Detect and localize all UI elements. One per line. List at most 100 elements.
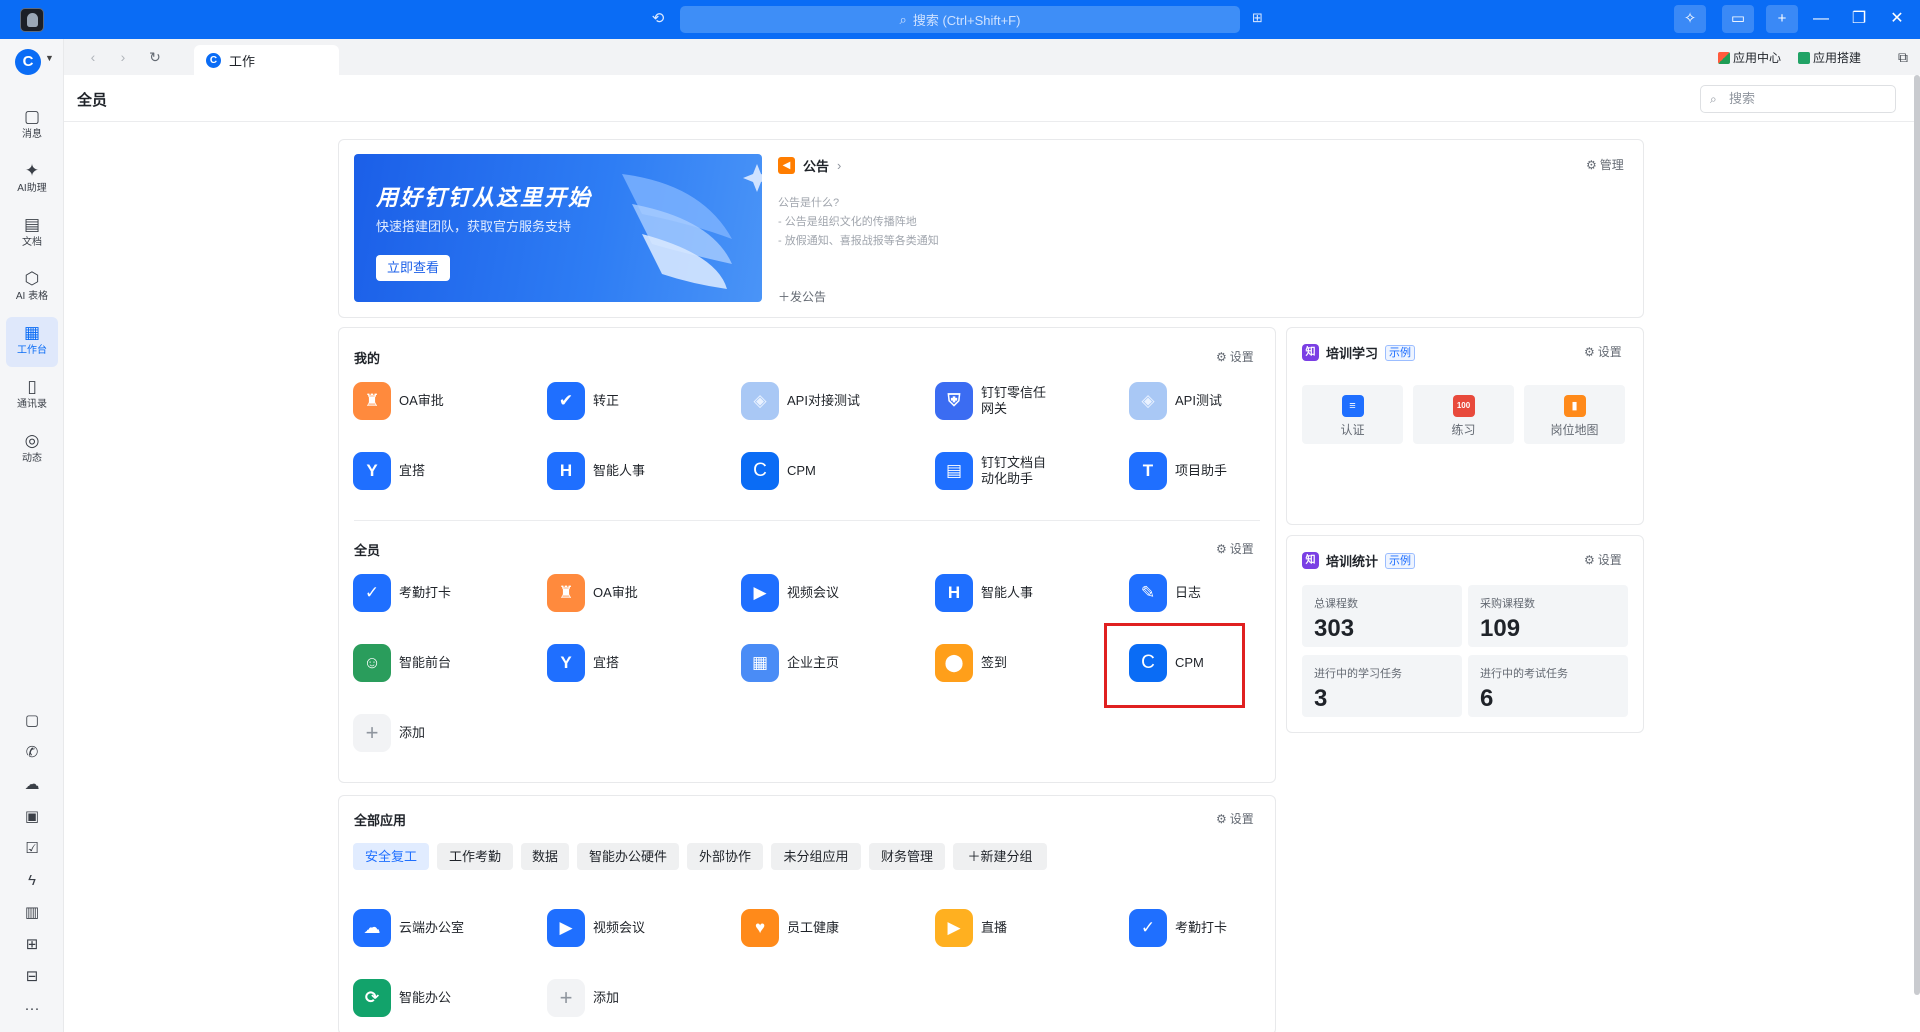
app-health[interactable]: ♥ 员工健康: [741, 907, 921, 949]
app-builder-link[interactable]: 应用搭建: [1798, 49, 1861, 66]
global-search-input[interactable]: ⌕ 搜索 (Ctrl+Shift+F): [680, 6, 1240, 33]
phone-icon[interactable]: ✆: [22, 743, 42, 763]
open-window-icon[interactable]: ⧉: [1894, 48, 1912, 66]
training-tile-certification[interactable]: ≡ 认证: [1302, 385, 1403, 444]
close-icon[interactable]: ✕: [1886, 8, 1908, 30]
notice-line: - 放假通知、喜报战报等各类通知: [778, 235, 939, 247]
view-now-button[interactable]: 立即查看: [376, 255, 450, 281]
rail-item-docs[interactable]: ▤ 文档: [6, 209, 58, 259]
app-cpm[interactable]: C CPM: [741, 450, 921, 492]
app-checkin[interactable]: ⬤ 签到: [935, 642, 1115, 684]
notice-manage-button[interactable]: ⚙ 管理: [1586, 156, 1624, 173]
app-center-label: 应用中心: [1733, 51, 1782, 65]
group-chip-safe-return[interactable]: 安全复工: [353, 843, 429, 870]
app-api[interactable]: ◈ API测试: [1129, 380, 1309, 422]
rail-item-ai-table[interactable]: ⬡ AI 表格: [6, 263, 58, 313]
rail-item-moments[interactable]: ◎ 动态: [6, 425, 58, 475]
app-api[interactable]: ◈ API对接测试: [741, 380, 921, 422]
app-shield[interactable]: ⛨ 钉钉零信任 网关: [935, 380, 1115, 422]
restore-icon[interactable]: ❐: [1848, 8, 1870, 30]
org-switcher[interactable]: C: [15, 49, 41, 75]
ai-assistant-icon: ✦: [24, 161, 40, 180]
app-company-page[interactable]: ▦ 企业主页: [741, 642, 921, 684]
post-notice-button[interactable]: ＋发公告: [778, 288, 826, 305]
megaphone-icon: ◀: [778, 157, 795, 174]
tab-label: 工作: [229, 53, 256, 69]
training-settings-button[interactable]: ⚙ 设置: [1584, 343, 1622, 360]
all-staff-settings-button[interactable]: ⚙ 设置: [1216, 540, 1254, 557]
app-log[interactable]: ✎ 日志: [1129, 572, 1309, 614]
app-live[interactable]: ▶ 直播: [935, 907, 1115, 949]
app-doc-automation[interactable]: ▤ 钉钉文档自 动化助手: [935, 450, 1115, 492]
stat-exam-tasks[interactable]: 进行中的考试任务 6: [1468, 655, 1628, 717]
rail-item-contacts[interactable]: ▯ 通讯录: [6, 371, 58, 421]
app-approval-stamp[interactable]: ♜ OA审批: [547, 572, 727, 614]
example-badge: 示例: [1385, 344, 1416, 361]
cloud-disk-icon[interactable]: ☁: [22, 775, 42, 795]
app-hr[interactable]: H 智能人事: [935, 572, 1115, 614]
app-attendance[interactable]: ✓ 考勤打卡: [1129, 907, 1309, 949]
stat-purchased-courses[interactable]: 采购课程数 109: [1468, 585, 1628, 647]
stat-learning-tasks[interactable]: 进行中的学习任务 3: [1302, 655, 1462, 717]
user-check-icon: ✔: [547, 382, 585, 420]
video-icon: ▶: [547, 909, 585, 947]
minimize-icon[interactable]: —: [1810, 8, 1832, 30]
forward-icon[interactable]: ›: [114, 48, 132, 66]
apps-grid-icon[interactable]: ⊞: [22, 935, 42, 955]
group-chip-ungrouped[interactable]: 未分组应用: [771, 843, 861, 870]
all-apps-add-button[interactable]: + 添加: [547, 977, 727, 1019]
archive-icon[interactable]: ⊟: [22, 967, 42, 987]
rail-item-ai-assistant[interactable]: ✦ AI助理: [6, 155, 58, 205]
calendar-icon[interactable]: ▣: [22, 807, 42, 827]
ai-sparkle-button[interactable]: ✧: [1674, 5, 1706, 33]
app-yida[interactable]: Y 宜搭: [547, 642, 727, 684]
settings-label: 设置: [1597, 345, 1622, 359]
all-apps-settings-button[interactable]: ⚙ 设置: [1216, 810, 1254, 827]
app-center-link[interactable]: 应用中心: [1718, 49, 1781, 66]
app-hr[interactable]: H 智能人事: [547, 450, 727, 492]
flash-icon[interactable]: ϟ: [22, 871, 42, 891]
app-attendance[interactable]: ✓ 考勤打卡: [353, 572, 533, 614]
add-button[interactable]: +: [1766, 5, 1798, 33]
app-yida[interactable]: Y 宜搭: [353, 450, 533, 492]
group-chip-finance[interactable]: 财务管理: [869, 843, 945, 870]
promo-banner[interactable]: 用好钉钉从这里开始 快速搭建团队，获取官方服务支持 立即查看: [354, 154, 762, 302]
app-project[interactable]: T 项目助手: [1129, 450, 1309, 492]
mailbox-icon[interactable]: ▥: [22, 903, 42, 923]
group-chip-data[interactable]: 数据: [521, 843, 569, 870]
rail-item-label: 通讯录: [17, 399, 47, 410]
app-video[interactable]: ▶ 视频会议: [741, 572, 921, 614]
vertical-scrollbar[interactable]: [1914, 75, 1920, 995]
app-front-desk[interactable]: ☺ 智能前台: [353, 642, 533, 684]
all-staff-add-button[interactable]: + 添加: [353, 712, 533, 754]
group-chip-attendance[interactable]: 工作考勤: [437, 843, 513, 870]
tab-work[interactable]: C 工作: [194, 45, 339, 75]
screen-share-button[interactable]: ▭: [1722, 5, 1754, 33]
training-stats-settings-button[interactable]: ⚙ 设置: [1584, 551, 1622, 568]
training-tile-job-map[interactable]: ▮ 岗位地图: [1524, 385, 1625, 444]
app-video[interactable]: ▶ 视频会议: [547, 907, 727, 949]
back-icon[interactable]: ‹: [84, 48, 102, 66]
scan-icon[interactable]: ⊞: [1252, 10, 1270, 28]
todo-icon[interactable]: ☑: [22, 839, 42, 859]
page-search-input[interactable]: ⌕ 搜索: [1700, 85, 1896, 113]
notice-header[interactable]: ◀ 公告 ›: [778, 156, 841, 175]
new-group-button[interactable]: ＋新建分组: [953, 843, 1047, 870]
chevron-down-icon[interactable]: ▼: [45, 53, 54, 63]
rail-item-messages[interactable]: ▢ 消息: [6, 101, 58, 151]
app-approval-stamp[interactable]: ♜ OA审批: [353, 380, 533, 422]
history-icon[interactable]: ⟲: [648, 9, 668, 29]
app-smart-office[interactable]: ⟳ 智能办公: [353, 977, 533, 1019]
group-chip-hardware[interactable]: 智能办公硬件: [577, 843, 679, 870]
more-icon[interactable]: ···: [22, 999, 42, 1019]
rail-item-workbench[interactable]: ▦ 工作台: [6, 317, 58, 367]
notes-icon[interactable]: ▢: [22, 711, 42, 731]
group-chip-external[interactable]: 外部协作: [687, 843, 763, 870]
app-cloud-office[interactable]: ☁ 云端办公室: [353, 907, 533, 949]
training-tile-practice[interactable]: 100 练习: [1413, 385, 1514, 444]
refresh-icon[interactable]: ↻: [146, 48, 164, 66]
stat-total-courses[interactable]: 总课程数 303: [1302, 585, 1462, 647]
mine-settings-button[interactable]: ⚙ 设置: [1216, 348, 1254, 365]
user-avatar[interactable]: [20, 8, 44, 32]
app-user-check[interactable]: ✔ 转正: [547, 380, 727, 422]
